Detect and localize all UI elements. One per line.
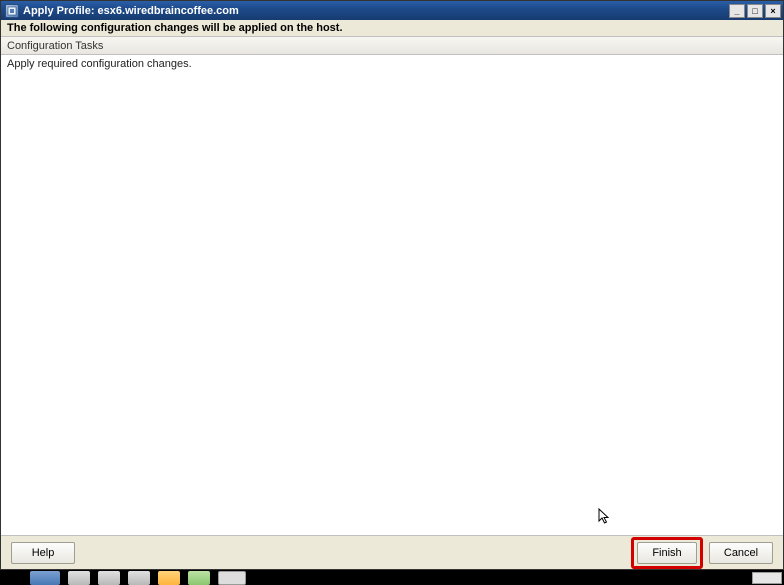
section-header: Configuration Tasks: [1, 37, 783, 55]
taskbar-icon[interactable]: [158, 571, 180, 585]
content-spacer: [1, 73, 783, 535]
taskbar-icon[interactable]: [98, 571, 120, 585]
button-bar: Help Finish Cancel: [1, 535, 783, 569]
taskbar-edge: [752, 572, 782, 584]
close-icon: ×: [770, 6, 775, 16]
finish-button[interactable]: Finish: [637, 542, 697, 564]
taskbar-icon[interactable]: [188, 571, 210, 585]
title-bar: Apply Profile: esx6.wiredbraincoffee.com…: [1, 1, 783, 20]
window-controls: _ □ ×: [727, 4, 781, 18]
taskbar-icon[interactable]: [68, 571, 90, 585]
finish-highlight: Finish: [631, 537, 703, 569]
minimize-button[interactable]: _: [729, 4, 745, 18]
task-row: Apply required configuration changes.: [1, 55, 783, 73]
taskbar-icon[interactable]: [128, 571, 150, 585]
content-area: Configuration Tasks Apply required confi…: [1, 37, 783, 535]
minimize-icon: _: [734, 6, 739, 16]
maximize-icon: □: [752, 6, 757, 16]
dialog-subtitle: The following configuration changes will…: [1, 20, 783, 37]
taskbar-icon[interactable]: [30, 571, 60, 585]
cancel-button[interactable]: Cancel: [709, 542, 773, 564]
close-button[interactable]: ×: [765, 4, 781, 18]
taskbar-icon[interactable]: [218, 571, 246, 585]
window-title: Apply Profile: esx6.wiredbraincoffee.com: [23, 5, 727, 17]
taskbar-strip: [0, 570, 784, 585]
app-icon: [5, 4, 19, 18]
maximize-button[interactable]: □: [747, 4, 763, 18]
help-button[interactable]: Help: [11, 542, 75, 564]
